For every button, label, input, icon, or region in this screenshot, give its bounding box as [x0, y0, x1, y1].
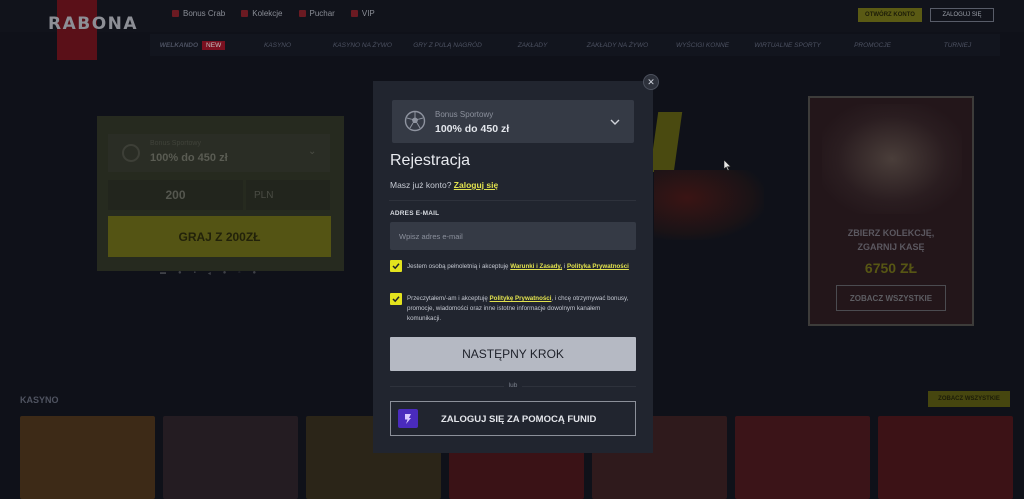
game-tile[interactable] [878, 416, 1013, 499]
email-label: ADRES E-MAIL [390, 210, 440, 217]
new-badge: NEW [202, 40, 226, 50]
open-account-button[interactable]: OTWÓRZ KONTO [858, 8, 922, 22]
deposit-amount-input[interactable]: 200 [108, 180, 243, 210]
nav-item-live-casino[interactable]: KASYNO NA ŻYWO [320, 42, 405, 49]
share-icon: ◂ [207, 271, 211, 277]
mouse-cursor-icon [724, 160, 731, 171]
close-icon[interactable]: ✕ [643, 74, 659, 90]
funid-icon [398, 409, 418, 428]
play-button[interactable]: GRAJ Z 200ZŁ [108, 216, 331, 257]
bonus-select-value: 100% do 450 zł [435, 123, 510, 135]
game-tile[interactable] [735, 416, 870, 499]
nav-item-welkando[interactable]: WELKANDO NEW [150, 40, 235, 50]
login-link[interactable]: Zaloguj się [454, 180, 498, 190]
nav-item-live-bets[interactable]: ZAKŁADY NA ŻYWO [575, 42, 660, 49]
promo-line-1: ZBIERZ KOLEKCJĘ, [847, 228, 935, 238]
main-nav: WELKANDO NEW KASYNO KASYNO NA ŻYWO GRY Z … [150, 34, 1000, 56]
hero-shape [649, 112, 683, 172]
have-account-text: Masz już konto? Zaloguj się [390, 180, 498, 190]
toplink-collections[interactable]: Kolekcje [241, 9, 283, 18]
modal-title: Rejestracja [390, 152, 471, 169]
crab-icon [172, 10, 179, 17]
promo-line-2: ZGARNIJ KASĘ [857, 242, 925, 252]
chevron-down-icon: ⌄ [308, 146, 317, 157]
deposit-bonus-value: 100% do 450 zł [150, 152, 228, 164]
collection-icon [241, 10, 249, 17]
next-step-button[interactable]: NASTĘPNY KROK [390, 337, 636, 371]
toplink-vip[interactable]: VIP [350, 9, 375, 18]
promo-see-all-button[interactable]: ZOBACZ WSZYSTKIE [836, 285, 946, 311]
nav-item-bets[interactable]: ZAKŁADY [490, 42, 575, 49]
or-text: lub [504, 382, 522, 389]
top-links: Bonus Crab Kolekcje Puchar VIP [172, 9, 375, 18]
have-account-label: Masz już konto? [390, 180, 452, 190]
privacy-policy-link[interactable]: Polityka Prywatności [567, 263, 629, 270]
payment-icons: ▬ ● ▪ ◂ ● ▫ ● [160, 270, 256, 277]
bonus-select-label: Bonus Sportowy [435, 110, 494, 119]
mastercard-icon: ● [178, 270, 182, 276]
chevron-down-icon [610, 119, 620, 125]
game-tile[interactable] [20, 416, 155, 499]
ball-icon [122, 144, 140, 162]
terms-link[interactable]: Warunki i Zasady, [510, 263, 562, 270]
coin-icon: ● [222, 270, 227, 276]
visa-icon: ▬ [160, 270, 166, 276]
casino-section-title: KASYNO [20, 395, 59, 405]
game-tile[interactable] [163, 416, 298, 499]
marketing-text: Przeczytałem/-am i akceptuję Politykę Pr… [407, 294, 632, 324]
currency-select[interactable]: PLN [246, 180, 330, 210]
divider [389, 200, 636, 201]
promo-image [822, 104, 962, 214]
casino-see-all-button[interactable]: ZOBACZ WSZYSTKIE [928, 391, 1010, 407]
bonus-select[interactable] [392, 100, 634, 143]
nav-item-horse-racing[interactable]: WYŚCIGI KONNE [660, 42, 745, 49]
hero-image [654, 170, 764, 240]
promo-amount: 6750 ZŁ [864, 260, 918, 276]
terms-text-label: Jestem osobą pełnoletnią i akceptuję [407, 263, 509, 270]
pay-icon: ▪ [193, 270, 196, 276]
nav-item-promotions[interactable]: PROMOCJE [830, 42, 915, 49]
login-button[interactable]: ZALOGUJ SIĘ [930, 8, 994, 22]
marketing-checkbox[interactable] [390, 293, 402, 305]
marketing-text-label: Przeczytałem/-am i akceptuję [407, 295, 488, 302]
nav-item-tournament[interactable]: TURNIEJ [915, 42, 1000, 49]
cup-icon [298, 10, 306, 17]
card-icon: ▫ [238, 270, 241, 276]
terms-text: Jestem osobą pełnoletnią i akceptuję War… [407, 262, 632, 272]
nav-item-kasyno[interactable]: KASYNO [235, 42, 320, 49]
funid-login-label: ZALOGUJ SIĘ ZA POMOCĄ FUNID [441, 414, 597, 425]
nav-item-virtual-sports[interactable]: WIRTUALNE SPORTY [745, 42, 830, 49]
terms-and-text: i [563, 263, 566, 270]
soccer-ball-icon [404, 110, 426, 132]
vip-icon [350, 10, 358, 17]
privacy-policy-link-2[interactable]: Politykę Prywatności [490, 295, 552, 302]
email-field[interactable] [390, 222, 636, 250]
toplink-bonus-crab[interactable]: Bonus Crab [172, 9, 225, 18]
info-icon: ● [252, 270, 257, 276]
terms-checkbox[interactable] [390, 260, 402, 272]
checkmark-icon [392, 296, 400, 303]
logo[interactable]: RABONA [48, 14, 138, 34]
nav-item-jackpot-games[interactable]: GRY Z PULĄ NAGRÓD [405, 42, 490, 49]
deposit-bonus-label: Bonus Sportowy [150, 140, 201, 147]
toplink-cup[interactable]: Puchar [298, 9, 335, 18]
checkmark-icon [392, 263, 400, 270]
